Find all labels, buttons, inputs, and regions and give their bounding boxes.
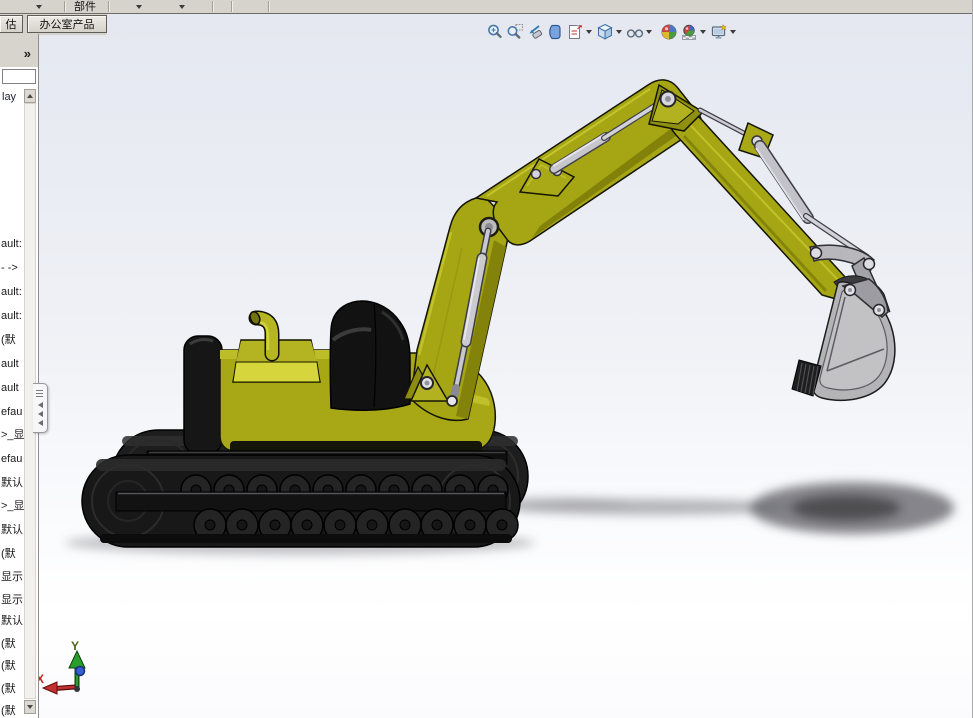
feature-tree-item[interactable]: >_显: [1, 429, 25, 442]
tab-evaluate-partial[interactable]: 估: [0, 15, 23, 33]
apply-scene-icon[interactable]: [660, 23, 678, 41]
feature-tree-item[interactable]: 显示: [1, 594, 25, 607]
heads-up-view-toolbar: [486, 23, 740, 41]
edit-appearance-icon[interactable]: [680, 23, 698, 41]
feature-tree-item[interactable]: 默认: [1, 524, 25, 537]
menubar: 部件: [0, 0, 972, 14]
feature-tree-item[interactable]: 默认: [1, 615, 25, 628]
feature-tree-item[interactable]: (默: [1, 548, 25, 561]
panel-splitter-handle[interactable]: [33, 383, 48, 433]
menubar-separator: [268, 1, 269, 12]
menubar-separator: [108, 1, 109, 12]
feature-tree-item[interactable]: ault:: [1, 238, 25, 251]
zoom-to-area-icon[interactable]: [506, 23, 524, 41]
solidworks-window: Y X 部件 估 办公室产品 » lay ault: - -> ault: ault:…: [0, 0, 973, 718]
feature-tree-item[interactable]: efau: [1, 453, 25, 466]
collapse-left-icon: [38, 420, 43, 426]
edit-appearance-caret[interactable]: [700, 30, 706, 34]
feature-tree-item[interactable]: >_显: [1, 500, 25, 513]
menubar-separator: [64, 1, 65, 12]
feature-tree-item[interactable]: efau: [1, 406, 25, 419]
feature-tree-item[interactable]: (默: [1, 705, 25, 718]
feature-tree-item[interactable]: ault: [1, 358, 25, 371]
feature-tree-item[interactable]: ault:: [1, 310, 25, 323]
annotation-views-icon[interactable]: [566, 23, 584, 41]
section-view-icon[interactable]: [546, 23, 564, 41]
feature-tree-item[interactable]: 显示: [1, 571, 25, 584]
viewport-background: [39, 14, 972, 718]
scroll-up-button[interactable]: [24, 89, 36, 103]
view-orientation-icon[interactable]: [596, 23, 614, 41]
menubar-separator: [231, 1, 232, 12]
arrow-up-icon: [27, 94, 33, 98]
display-style-icon[interactable]: [626, 23, 644, 41]
collapse-left-icon: [38, 411, 43, 417]
splitter-grip-icon: [36, 390, 43, 398]
collapse-left-icon: [38, 402, 43, 408]
menu-dropdown-caret[interactable]: [136, 5, 142, 9]
view-settings-icon[interactable]: [710, 23, 728, 41]
feature-tree-item[interactable]: (默: [1, 683, 25, 696]
annotation-views-caret[interactable]: [586, 30, 592, 34]
tab-office-products[interactable]: 办公室产品: [27, 15, 107, 33]
feature-tree-item[interactable]: ault:: [1, 286, 25, 299]
view-orientation-caret[interactable]: [616, 30, 622, 34]
arrow-down-icon: [27, 705, 33, 709]
menu-dropdown-caret[interactable]: [36, 5, 42, 9]
feature-tree-item[interactable]: (默: [1, 334, 25, 347]
feature-manager-panel: » lay ault: - -> ault: ault: (默 ault ault efau >…: [0, 34, 39, 718]
view-settings-caret[interactable]: [730, 30, 736, 34]
feature-tree-item[interactable]: ault: [1, 382, 25, 395]
menu-dropdown-caret[interactable]: [179, 5, 185, 9]
menu-item-component[interactable]: 部件: [74, 0, 96, 14]
previous-view-icon[interactable]: [526, 23, 544, 41]
feature-tree-item[interactable]: 默认: [1, 477, 25, 490]
feature-tree-item[interactable]: (默: [1, 660, 25, 673]
zoom-to-fit-icon[interactable]: [486, 23, 504, 41]
feature-tree-item[interactable]: - ->: [1, 262, 25, 275]
feature-tree-item[interactable]: (默: [1, 638, 25, 651]
display-style-caret[interactable]: [646, 30, 652, 34]
scroll-down-button[interactable]: [24, 700, 36, 714]
menubar-separator: [212, 1, 213, 12]
